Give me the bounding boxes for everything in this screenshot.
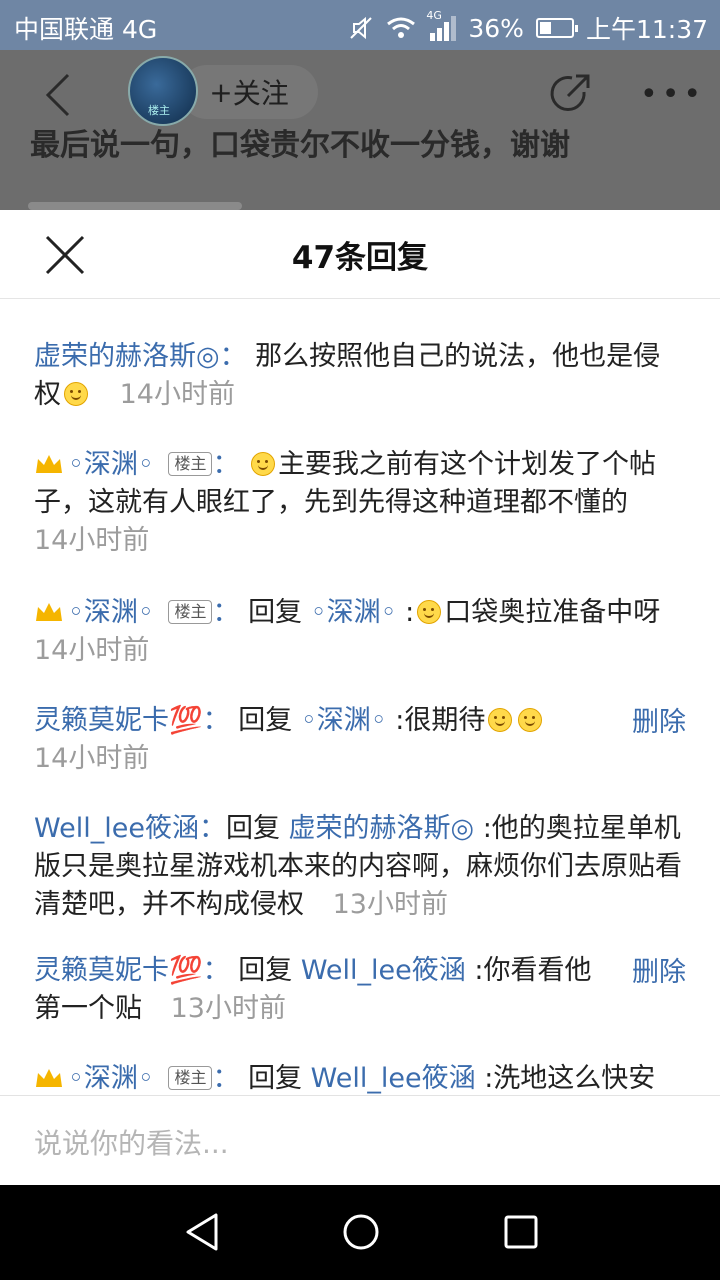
crown-icon — [36, 1069, 62, 1087]
clock: 上午11:37 — [585, 15, 708, 44]
reply-word: 回复 — [248, 1063, 303, 1094]
delete-link[interactable]: 删除 — [632, 950, 686, 989]
crown-icon — [36, 603, 62, 621]
reply-target-user[interactable]: 虚荣的赫洛斯◎ — [289, 813, 475, 844]
reply-target-user[interactable]: Well_lee筱涵 — [301, 955, 466, 986]
reply-username[interactable]: 虚荣的赫洛斯◎ — [34, 341, 220, 372]
battery-icon — [535, 18, 578, 38]
op-badge: 楼主 — [168, 1066, 213, 1090]
reply-username[interactable]: ◦深渊◦ — [68, 1063, 154, 1094]
reply-item[interactable]: 灵籁莫妮卡💯： 回复 ◦深渊◦ :很期待 14小时前 — [34, 702, 614, 778]
reply-target-user[interactable]: ◦深渊◦ — [301, 705, 387, 736]
reply-item[interactable]: 灵籁莫妮卡💯： 回复 Well_lee筱涵 :你看看他第一个贴 13小时前 — [34, 952, 614, 1028]
signal-icon: 4G — [426, 9, 457, 41]
reply-target-user[interactable]: ◦深渊◦ — [311, 597, 397, 628]
carrier-label: 中国联通 4G — [14, 15, 158, 44]
reply-list[interactable]: 虚荣的赫洛斯◎： 那么按照他自己的说法，他也是侵权 14小时前 ◦深渊◦ 楼主：… — [0, 298, 720, 1094]
status-icons: 4G 36% 上午11:37 — [336, 9, 708, 46]
reply-time: 14小时前 — [34, 525, 150, 556]
battery-fill — [539, 22, 551, 34]
reply-time: 13小时前 — [170, 993, 286, 1024]
grin-emoji-icon — [64, 382, 88, 406]
smile-emoji-icon — [488, 708, 513, 732]
op-badge: 楼主 — [168, 452, 213, 476]
smile-emoji-icon — [251, 452, 276, 476]
background-post-page: + 关注 楼主 ••• 最后说一句，口袋贵尔不收一分钱，谢谢 — [0, 50, 720, 210]
author-avatar[interactable]: 楼主 — [128, 56, 198, 126]
reply-target-user[interactable]: Well_lee筱涵 — [311, 1063, 476, 1094]
reply-time: 14小时前 — [34, 743, 150, 774]
delete-link[interactable]: 删除 — [632, 700, 686, 739]
sheet-header: 47条回复 — [0, 210, 720, 299]
follow-plus: + — [209, 75, 233, 109]
grin-emoji-icon — [518, 708, 543, 732]
wifi-icon — [387, 17, 416, 38]
reply-item[interactable]: 虚荣的赫洛斯◎： 那么按照他自己的说法，他也是侵权 14小时前 — [34, 338, 684, 414]
reply-username[interactable]: 灵籁莫妮卡💯 — [34, 955, 203, 986]
recents-square-icon[interactable] — [498, 1209, 544, 1255]
reply-word: 回复 — [238, 955, 293, 986]
share-icon[interactable] — [548, 72, 592, 116]
reply-item[interactable]: ◦深渊◦ 楼主： 回复 ◦深渊◦ : 口袋奥拉准备中呀 14小时前 — [34, 594, 684, 670]
reply-separator: ： — [202, 705, 230, 736]
reply-text: : — [405, 597, 415, 628]
reply-item[interactable]: ◦深渊◦ 楼主： 回复 Well_lee筱涵 :洗地这么快安 — [34, 1060, 684, 1094]
sheet-title: 47条回复 — [291, 240, 429, 276]
status-bar: 中国联通 4G 4G 36% 上午11:37 — [0, 0, 720, 50]
back-arrow-icon[interactable] — [40, 70, 80, 120]
home-circle-icon[interactable] — [338, 1209, 384, 1255]
reply-text-cont: 口袋奥拉准备中呀 — [444, 597, 661, 628]
reply-username[interactable]: ◦深渊◦ — [68, 449, 154, 480]
reply-separator: ： — [212, 1063, 240, 1094]
reply-separator: ： — [212, 597, 240, 628]
reply-word: 回复 — [238, 705, 293, 736]
replies-sheet: 47条回复 虚荣的赫洛斯◎： 那么按照他自己的说法，他也是侵权 14小时前 ◦深… — [0, 210, 720, 1185]
more-options-icon[interactable]: ••• — [640, 80, 705, 110]
op-badge: 楼主 — [168, 600, 213, 624]
reply-separator: ： — [219, 341, 247, 372]
avatar-badge: 楼主 — [148, 104, 170, 117]
reply-username[interactable]: ◦深渊◦ — [68, 597, 154, 628]
smile-emoji-icon — [417, 600, 442, 624]
battery-percent: 36% — [468, 13, 524, 43]
reply-text: :很期待 — [395, 705, 486, 736]
comment-input[interactable]: 说说你的看法... — [0, 1095, 720, 1186]
mute-icon — [350, 16, 373, 40]
reply-username[interactable]: Well_lee筱涵 — [34, 813, 199, 844]
system-navigation-bar — [0, 1185, 720, 1280]
reply-time: 14小时前 — [119, 379, 235, 410]
back-triangle-icon[interactable] — [180, 1209, 226, 1255]
reply-item[interactable]: ◦深渊◦ 楼主： 主要我之前有这个计划发了个帖子，这就有人眼红了，先到先得这种道… — [34, 446, 684, 560]
reply-time: 13小时前 — [332, 889, 448, 920]
reply-separator: ： — [198, 813, 226, 844]
follow-label: 关注 — [232, 77, 289, 110]
reply-time: 14小时前 — [34, 635, 150, 666]
network-type-badge: 4G — [426, 9, 442, 22]
reply-username[interactable]: 灵籁莫妮卡💯 — [34, 705, 203, 736]
reply-word: 回复 — [225, 813, 280, 844]
follow-button[interactable]: + 关注 — [180, 65, 318, 119]
reply-separator: ： — [202, 955, 230, 986]
reply-item[interactable]: Well_lee筱涵：回复 虚荣的赫洛斯◎ :他的奥拉星单机版只是奥拉星游戏机本… — [34, 810, 684, 924]
background-divider — [28, 202, 242, 210]
reply-separator: ： — [212, 449, 240, 480]
reply-text: :洗地这么快安 — [484, 1063, 656, 1094]
crown-icon — [36, 455, 62, 473]
comment-input-placeholder: 说说你的看法... — [34, 1127, 229, 1160]
background-post-text: 最后说一句，口袋贵尔不收一分钱，谢谢 — [30, 128, 570, 163]
reply-word: 回复 — [248, 597, 303, 628]
